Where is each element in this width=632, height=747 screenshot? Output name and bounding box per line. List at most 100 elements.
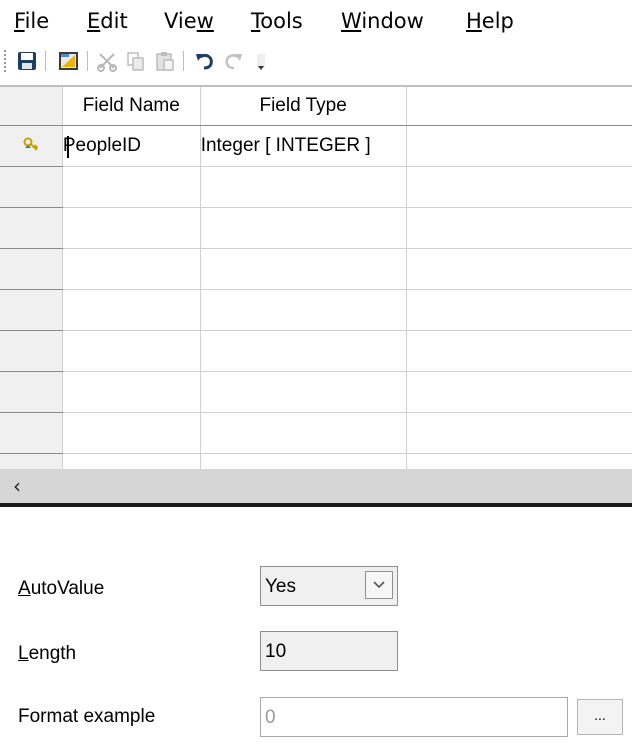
description-cell[interactable] [406, 166, 632, 208]
corner-cell [0, 87, 63, 126]
table-row[interactable] [0, 330, 632, 372]
format-example-value: 0 [265, 707, 276, 728]
row-header[interactable] [0, 248, 63, 290]
description-cell[interactable] [406, 125, 632, 167]
column-header-field-name[interactable]: Field Name [62, 87, 201, 126]
description-cell[interactable] [406, 248, 632, 290]
grid-header-row: Field Name Field Type [0, 87, 632, 126]
row-header[interactable] [0, 330, 63, 372]
autovalue-label: AutoValue [18, 578, 104, 600]
field-name-value: PeopleID [62, 135, 142, 156]
field-type-cell[interactable] [200, 166, 407, 208]
field-table: Field Name Field Type PeopleID Integer [… [0, 87, 632, 470]
autovalue-label-text: utoValue [30, 578, 105, 599]
column-header-description[interactable] [406, 87, 632, 126]
field-type-cell[interactable] [200, 412, 407, 454]
length-field[interactable]: 10 [260, 631, 398, 671]
chevron-down-icon[interactable] [365, 571, 393, 599]
autovalue-mnemonic: A [18, 578, 31, 599]
toolbar-separator [183, 51, 184, 71]
field-name-cell[interactable] [62, 166, 201, 208]
menu-file-mnemonic: F [14, 9, 25, 33]
length-label: Length [18, 643, 76, 665]
format-browse-button[interactable]: ... [577, 699, 623, 735]
menu-view[interactable]: View [164, 9, 214, 33]
field-type-cell[interactable] [200, 330, 407, 372]
format-example-label: Format example [18, 706, 156, 727]
save-icon[interactable] [14, 48, 40, 74]
cut-icon[interactable] [94, 48, 120, 74]
menu-file-label: ile [24, 9, 50, 33]
column-header-field-type[interactable]: Field Type [200, 87, 407, 126]
field-name-cell[interactable]: PeopleID [62, 125, 201, 167]
table-row[interactable] [0, 166, 632, 208]
table-row[interactable] [0, 207, 632, 249]
horizontal-scrollbar[interactable]: ‹ [0, 469, 632, 503]
row-header[interactable] [0, 412, 63, 454]
table-row[interactable] [0, 289, 632, 331]
field-name-cell[interactable] [62, 248, 201, 290]
description-cell[interactable] [406, 371, 632, 413]
redo-icon[interactable] [220, 48, 246, 74]
toolbar [0, 42, 632, 82]
menu-help-label: elp [481, 9, 514, 33]
field-name-cell[interactable] [62, 412, 201, 454]
field-name-cell[interactable] [62, 453, 201, 470]
row-header[interactable] [0, 289, 63, 331]
length-mnemonic: L [18, 643, 29, 664]
description-cell[interactable] [406, 453, 632, 470]
row-header[interactable] [0, 453, 63, 470]
menu-help[interactable]: Help [466, 9, 514, 33]
table-row[interactable]: PeopleID Integer [ INTEGER ] [0, 125, 632, 167]
menu-edit-label: dit [100, 9, 128, 33]
field-name-cell[interactable] [62, 207, 201, 249]
field-type-cell[interactable] [200, 207, 407, 249]
field-type-cell[interactable]: Integer [ INTEGER ] [200, 125, 407, 167]
length-label-text: ength [28, 643, 77, 664]
field-type-value: Integer [ INTEGER ] [200, 135, 371, 156]
field-grid: Field Name Field Type PeopleID Integer [… [0, 85, 632, 470]
menu-view-mnemonic: w [196, 9, 214, 33]
menu-edit-mnemonic: E [87, 9, 101, 33]
menu-window[interactable]: Window [341, 9, 424, 33]
row-header[interactable] [0, 166, 63, 208]
field-type-cell[interactable] [200, 248, 407, 290]
menu-help-mnemonic: H [466, 9, 482, 33]
description-cell[interactable] [406, 412, 632, 454]
length-value: 10 [265, 641, 287, 662]
paste-icon[interactable] [152, 48, 178, 74]
table-row[interactable] [0, 371, 632, 413]
menu-tools-mnemonic: T [251, 9, 261, 33]
field-name-cell[interactable] [62, 289, 201, 331]
description-cell[interactable] [406, 289, 632, 331]
description-cell[interactable] [406, 207, 632, 249]
format-example-field[interactable]: 0 [260, 697, 568, 737]
copy-icon[interactable] [123, 48, 149, 74]
toolbar-overflow[interactable] [248, 48, 274, 74]
field-type-cell[interactable] [200, 371, 407, 413]
row-header[interactable] [0, 207, 63, 249]
menu-tools[interactable]: Tools [251, 9, 303, 33]
text-cursor [66, 136, 69, 158]
field-type-cell[interactable] [200, 453, 407, 470]
field-type-cell[interactable] [200, 289, 407, 331]
menu-tools-label: ools [260, 9, 303, 33]
scroll-left-icon[interactable]: ‹ [0, 469, 34, 503]
row-header[interactable] [0, 125, 63, 167]
autovalue-select[interactable]: Yes [260, 566, 398, 606]
autovalue-value: Yes [265, 576, 296, 597]
undo-icon[interactable] [192, 48, 218, 74]
table-row[interactable] [0, 412, 632, 454]
menu-view-label: Vie [164, 9, 197, 33]
table-row[interactable] [0, 453, 632, 470]
menu-bar: File Edit View Tools Window Help [0, 0, 632, 42]
field-name-cell[interactable] [62, 330, 201, 372]
menu-file[interactable]: File [14, 9, 49, 33]
table-row[interactable] [0, 248, 632, 290]
description-cell[interactable] [406, 330, 632, 372]
menu-edit[interactable]: Edit [87, 9, 128, 33]
toolbar-grip[interactable] [4, 50, 6, 72]
row-header[interactable] [0, 371, 63, 413]
index-design-icon[interactable] [56, 48, 82, 74]
field-name-cell[interactable] [62, 371, 201, 413]
